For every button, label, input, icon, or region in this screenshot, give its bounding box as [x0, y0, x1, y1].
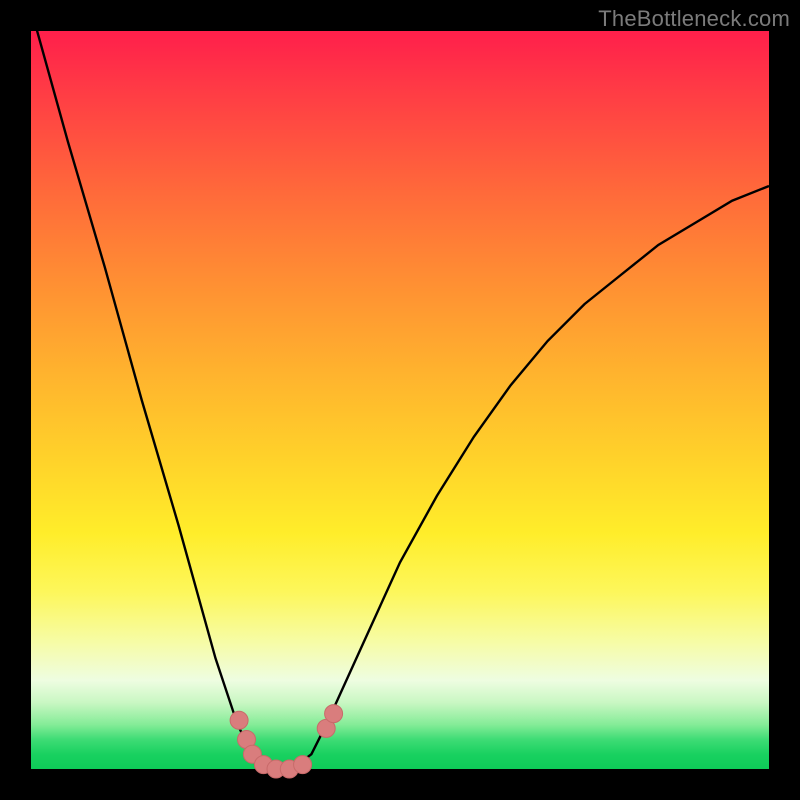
curve-marker: [230, 711, 248, 729]
watermark-text: TheBottleneck.com: [598, 6, 790, 32]
curve-marker: [294, 756, 312, 774]
curve-markers: [230, 705, 343, 778]
curve-marker: [325, 705, 343, 723]
bottleneck-curve: [31, 31, 769, 769]
chart-frame: TheBottleneck.com: [0, 0, 800, 800]
curve-line: [31, 9, 769, 769]
